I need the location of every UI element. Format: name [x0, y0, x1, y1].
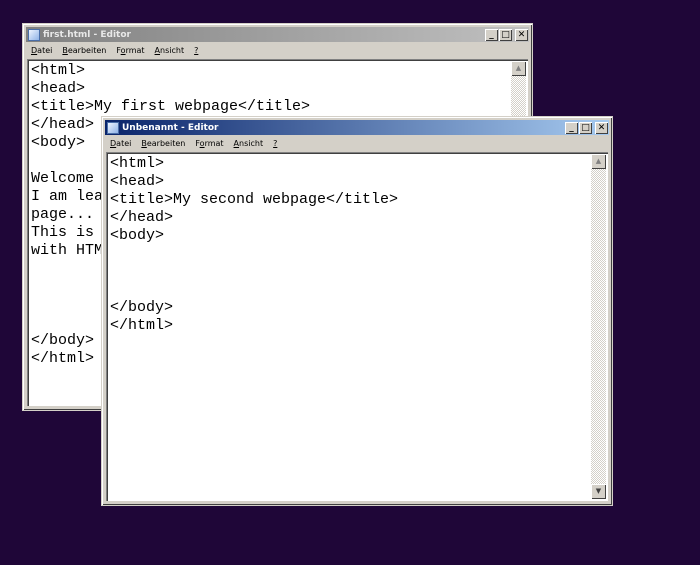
notepad-icon [28, 28, 40, 41]
notepad-window-unbenannt[interactable]: Unbenannt - Editor _ □ ✕ Datei Bearbeite… [101, 116, 613, 506]
menu-ansicht[interactable]: Ansicht [150, 46, 190, 55]
menu-help[interactable]: ? [189, 46, 203, 55]
menu-format[interactable]: Format [190, 139, 228, 148]
vertical-scrollbar[interactable]: ▲ ▼ [591, 154, 606, 499]
text-area[interactable]: <html> <head> <title>My second webpage</… [106, 152, 608, 501]
menu-format[interactable]: Format [111, 46, 149, 55]
scroll-down-icon[interactable]: ▼ [591, 484, 606, 499]
menu-help[interactable]: ? [268, 139, 282, 148]
scroll-up-icon[interactable]: ▲ [511, 61, 526, 76]
title-bar[interactable]: first.html - Editor _ □ ✕ [26, 27, 529, 42]
menu-datei[interactable]: Datei [26, 46, 57, 55]
notepad-icon [107, 121, 119, 134]
menu-bearbeiten[interactable]: Bearbeiten [57, 46, 111, 55]
close-button[interactable]: ✕ [595, 121, 608, 134]
window-title: Unbenannt - Editor [122, 122, 219, 133]
menu-bar: Datei Bearbeiten Format Ansicht ? [26, 43, 529, 58]
menu-datei[interactable]: Datei [105, 139, 136, 148]
title-bar[interactable]: Unbenannt - Editor _ □ ✕ [105, 120, 609, 135]
menu-bar: Datei Bearbeiten Format Ansicht ? [105, 136, 609, 151]
menu-bearbeiten[interactable]: Bearbeiten [136, 139, 190, 148]
close-button[interactable]: ✕ [515, 28, 528, 41]
scroll-up-icon[interactable]: ▲ [591, 154, 606, 169]
menu-ansicht[interactable]: Ansicht [229, 139, 269, 148]
minimize-button[interactable]: _ [485, 28, 498, 41]
window-title: first.html - Editor [43, 29, 131, 40]
maximize-button[interactable]: □ [499, 28, 512, 41]
maximize-button[interactable]: □ [579, 121, 592, 134]
document-text[interactable]: <html> <head> <title>My second webpage</… [110, 155, 398, 335]
minimize-button[interactable]: _ [565, 121, 578, 134]
